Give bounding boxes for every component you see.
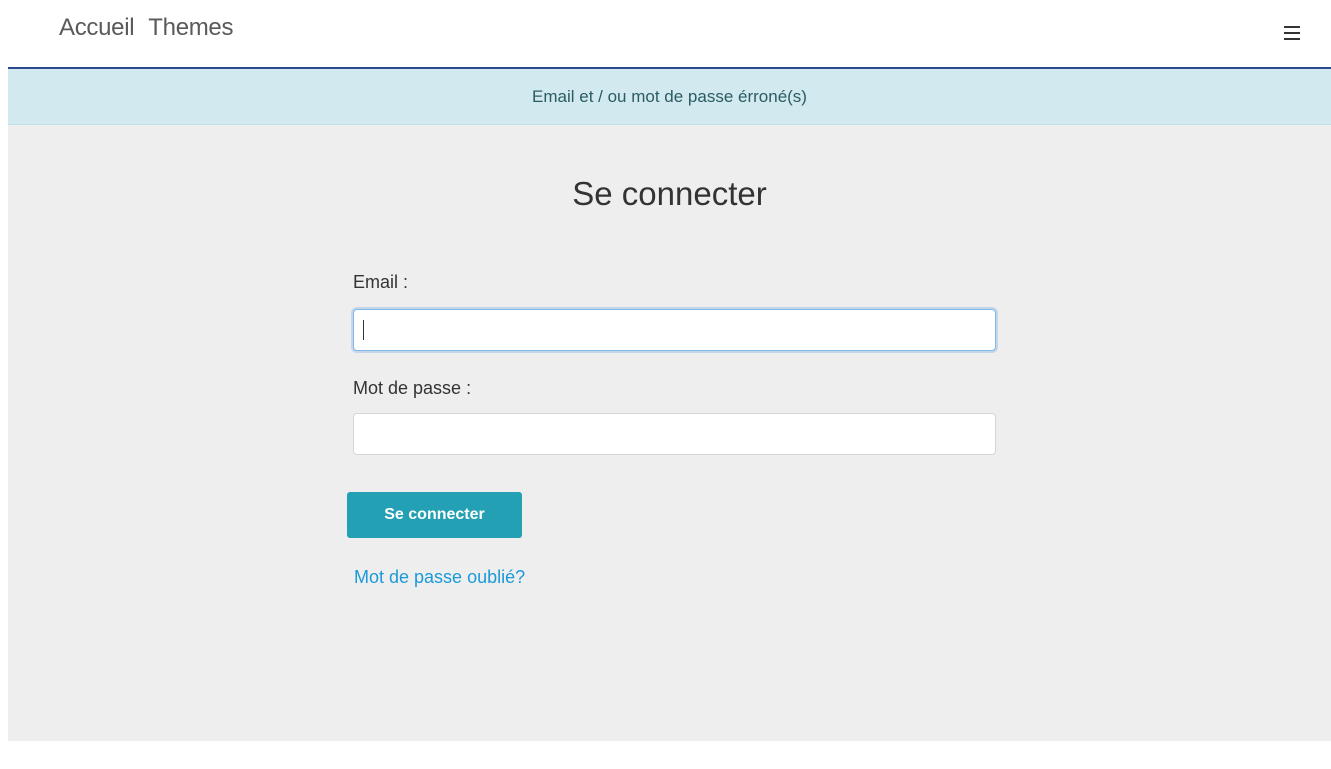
hamburger-icon[interactable] <box>1284 23 1300 43</box>
login-button[interactable]: Se connecter <box>347 492 522 538</box>
nav-link-themes[interactable]: Themes <box>148 14 233 42</box>
page-title: Se connecter <box>572 175 767 212</box>
hamburger-line <box>1284 38 1300 40</box>
error-alert: Email et / ou mot de passe érroné(s) <box>8 67 1331 125</box>
nav-link-accueil[interactable]: Accueil <box>59 14 135 42</box>
email-field[interactable] <box>353 309 996 351</box>
password-label: Mot de passe : <box>353 378 472 398</box>
main-content: Email et / ou mot de passe érroné(s) Se … <box>8 67 1331 741</box>
hamburger-line <box>1284 32 1300 34</box>
nav-links: Accueil Themes <box>59 14 233 42</box>
email-label: Email : <box>353 272 409 292</box>
text-caret <box>363 320 364 340</box>
hamburger-line <box>1284 26 1300 28</box>
top-navbar: Accueil Themes <box>0 0 1331 67</box>
forgot-password-link[interactable]: Mot de passe oublié? <box>354 567 525 588</box>
password-field[interactable] <box>353 413 996 455</box>
